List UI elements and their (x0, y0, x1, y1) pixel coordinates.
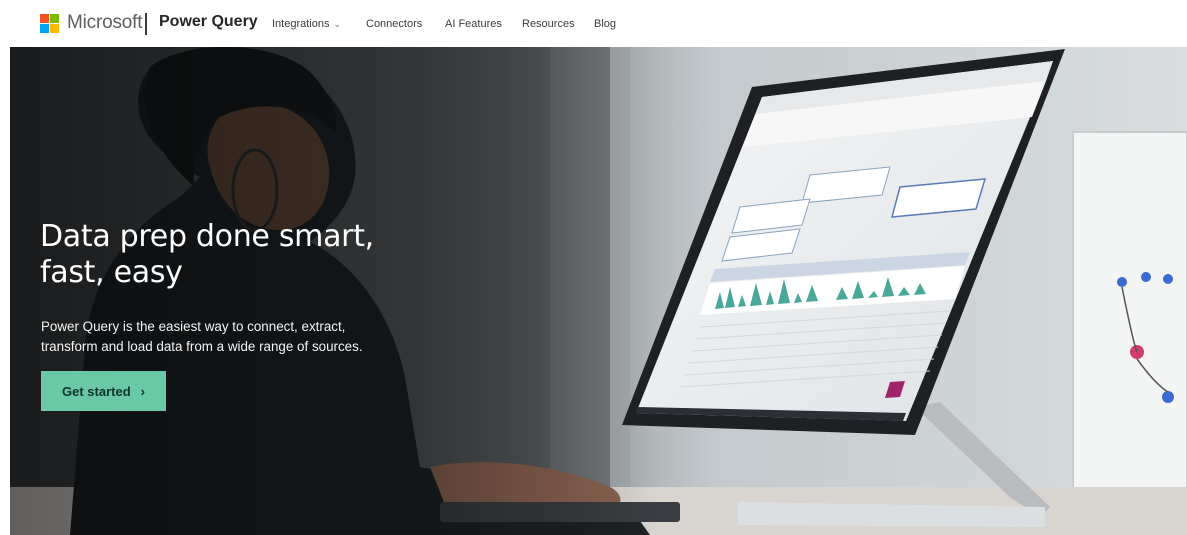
nav-item-connectors[interactable]: Connectors (366, 18, 422, 30)
brand-divider (145, 13, 147, 35)
chevron-right-icon: › (140, 383, 145, 399)
hero-subtitle-line-1: Power Query is the easiest way to connec… (41, 319, 346, 334)
logo-square-red (40, 14, 49, 23)
nav-item-integrations[interactable]: Integrations ⌄ (272, 18, 341, 30)
hero-title-line-1: Data prep done smart, (40, 219, 374, 254)
microsoft-brand-link[interactable]: Microsoft (67, 12, 142, 34)
product-name-link[interactable]: Power Query (159, 13, 258, 31)
chevron-down-icon: ⌄ (333, 19, 342, 29)
logo-square-blue (40, 24, 49, 33)
get-started-label: Get started (62, 383, 131, 399)
nav-item-resources[interactable]: Resources (522, 18, 575, 30)
microsoft-logo-icon[interactable] (40, 14, 59, 33)
hero-title-line-2: fast, easy (40, 255, 183, 290)
nav-item-ai-features[interactable]: AI Features (445, 18, 502, 30)
hero-title: Data prep done smart, fast, easy (40, 219, 460, 291)
logo-square-green (50, 14, 59, 23)
hero-section: Data prep done smart, fast, easy Power Q… (10, 47, 1187, 535)
hero-subtitle: Power Query is the easiest way to connec… (41, 317, 441, 357)
hero-photo (10, 47, 1187, 535)
nav-item-label: Integrations (272, 18, 330, 30)
top-navigation: Microsoft Power Query Integrations ⌄ Conn… (0, 0, 1187, 47)
get-started-button[interactable]: Get started › (41, 371, 166, 411)
hero-subtitle-line-2: transform and load data from a wide rang… (41, 339, 363, 354)
logo-square-yellow (50, 24, 59, 33)
nav-item-blog[interactable]: Blog (594, 18, 616, 30)
